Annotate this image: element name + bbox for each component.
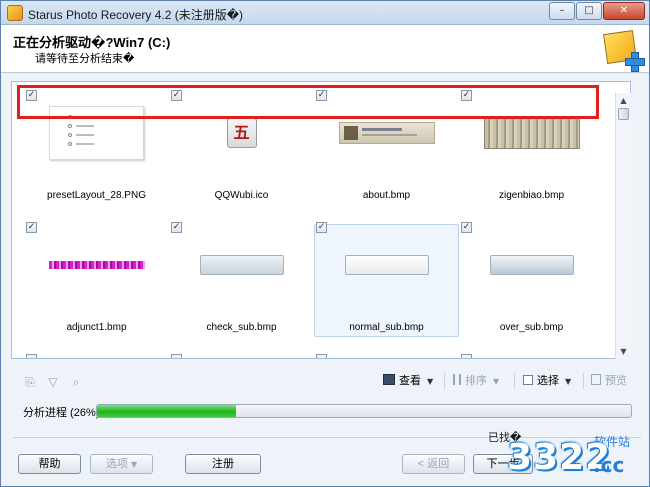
file-thumbnail[interactable] [44, 230, 149, 300]
file-grid: ✓ presetLayout_28.PNG ✓ 五 QQWubi.ico ✓ about.b… [11, 81, 631, 359]
search-icon[interactable]: ⌕ [69, 375, 83, 389]
file-thumbnail[interactable] [479, 230, 584, 300]
app-icon [7, 5, 23, 21]
page-title: 正在分析驱动�?Win7 (C:) [13, 35, 171, 50]
file-name: over_sub.bmp [499, 322, 564, 333]
file-thumbnail-cell[interactable]: ✓ adjunct1.bmp [24, 220, 169, 340]
file-name: QQWubi.ico [214, 190, 269, 201]
bullet-icon [68, 124, 72, 128]
options-label: 选项 [105, 458, 128, 470]
grid-scrollbar[interactable]: ▲ ▼ [615, 93, 631, 359]
grid-toolbar: ⎘ ▽ ⌕ 查看 ▼ 排序 ▼ 选择 ▼ 预览 [1, 367, 649, 395]
file-checkbox[interactable] [26, 354, 37, 358]
scroll-up-icon[interactable]: ▲ [616, 93, 631, 108]
chevron-down-icon: ▼ [565, 377, 572, 386]
progress-fill [97, 405, 236, 417]
view-dropdown[interactable]: 查看 ▼ [383, 371, 433, 391]
file-checkbox[interactable]: ✓ [26, 222, 37, 233]
toolbar-divider [583, 373, 584, 389]
about-banner-image [338, 122, 435, 144]
file-checkbox[interactable]: ✓ [461, 222, 472, 233]
file-name: about.bmp [362, 190, 411, 201]
file-thumbnail-cell[interactable]: ✓ over_sub.bmp [459, 220, 604, 340]
file-name: normal_sub.bmp [349, 322, 424, 333]
sort-label: 排序 [465, 375, 487, 387]
file-thumbnail-cell[interactable]: ✓ normal_sub.bmp [314, 220, 459, 340]
check-button-image [199, 255, 284, 275]
sort-dropdown[interactable]: 排序 ▼ [453, 371, 499, 391]
file-checkbox[interactable] [171, 354, 182, 358]
close-button[interactable]: ✕ [603, 2, 645, 20]
file-thumbnail[interactable] [189, 230, 294, 300]
text-line [76, 143, 94, 145]
file-thumbnail-cell[interactable]: ✓ check_sub.bmp [169, 220, 314, 340]
file-name: presetLayout_28.PNG [47, 190, 146, 201]
title-bar[interactable]: Starus Photo Recovery 4.2 (未注册版�) – □ ✕ [1, 1, 649, 25]
view-label: 查看 [399, 375, 421, 387]
minimize-button[interactable]: – [549, 2, 575, 20]
view-icon [383, 374, 395, 385]
chevron-down-icon: ▼ [130, 460, 138, 469]
banner-part [361, 128, 402, 131]
app-window: Starus Photo Recovery 4.2 (未注册版�) – □ ✕ … [0, 0, 650, 487]
watermark-domain: .cc [593, 453, 625, 477]
window-title: Starus Photo Recovery 4.2 (未注册版�) [28, 8, 244, 22]
banner-part [361, 134, 417, 136]
file-name: adjunct1.bmp [66, 322, 127, 333]
file-checkbox[interactable]: ✓ [316, 222, 327, 233]
bullet-icon [68, 133, 72, 137]
file-checkbox[interactable] [461, 354, 472, 358]
preview-icon [591, 374, 601, 385]
site-watermark: 软件站 3322 .cc [499, 433, 649, 486]
bullet-icon [68, 142, 72, 146]
file-checkbox[interactable] [316, 354, 327, 358]
options-dropdown-button[interactable]: 选项 ▼ [90, 454, 153, 474]
file-checkbox[interactable]: ✓ [171, 222, 182, 233]
file-name: check_sub.bmp [206, 322, 277, 333]
chevron-down-icon: ▼ [427, 377, 434, 386]
wubi-app-icon: 五 [226, 118, 257, 148]
maximize-button[interactable]: □ [576, 2, 602, 20]
toolbar-divider [514, 373, 515, 389]
checkbox-icon [523, 375, 533, 385]
window-controls: – □ ✕ [548, 2, 645, 20]
progress-label: 分析进程 (26%) [23, 407, 100, 419]
select-dropdown[interactable]: 选择 ▼ [523, 371, 571, 391]
file-thumbnail[interactable] [334, 230, 439, 300]
magenta-strip-image [48, 261, 145, 269]
back-button[interactable]: < 返回 [402, 454, 465, 474]
header-panel: 正在分析驱动�?Win7 (C:) 请等待至分析结束� [1, 25, 649, 73]
app-logo [601, 28, 645, 72]
logo-plus-icon [625, 52, 645, 72]
preview-button[interactable]: 预览 [591, 371, 627, 391]
register-button[interactable]: 注册 [185, 454, 261, 474]
file-name: zigenbiao.bmp [498, 190, 565, 201]
sort-icon [453, 374, 461, 385]
text-line [76, 125, 94, 127]
analysis-progress-bar [96, 404, 632, 418]
radical-table-image [483, 117, 580, 149]
preview-label: 预览 [605, 375, 627, 387]
filter-icon[interactable]: ▽ [46, 375, 60, 389]
over-button-image [489, 255, 574, 275]
help-button[interactable]: 帮助 [18, 454, 81, 474]
toolbar-divider [444, 373, 445, 389]
recover-icon[interactable]: ⎘ [23, 375, 37, 389]
text-line [76, 134, 94, 136]
chevron-down-icon: ▼ [493, 377, 500, 386]
normal-button-image [344, 255, 429, 275]
page-subtitle: 请等待至分析结束� [35, 53, 135, 65]
select-label: 选择 [537, 375, 559, 387]
scroll-thumb[interactable] [618, 108, 629, 120]
scroll-down-icon[interactable]: ▼ [616, 344, 631, 359]
banner-part [343, 126, 358, 140]
annotation-highlight-box [17, 85, 599, 119]
